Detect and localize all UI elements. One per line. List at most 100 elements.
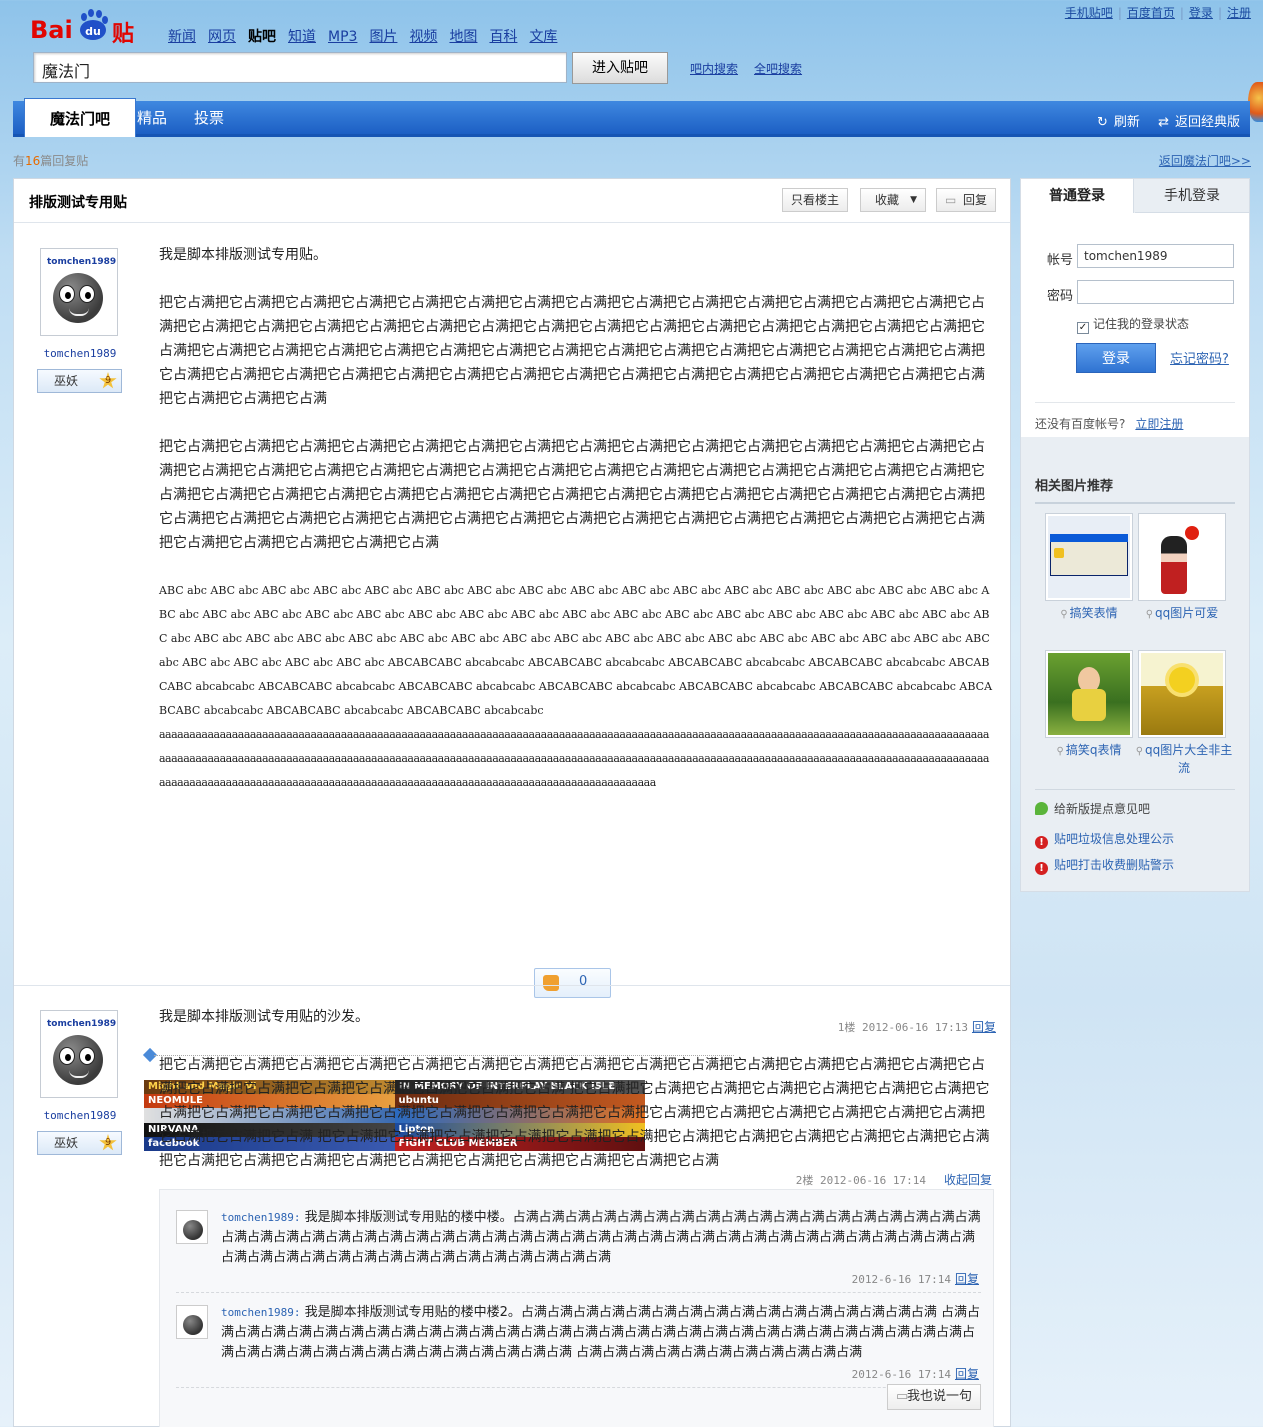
notice-link[interactable]: ! 贴吧垃圾信息处理公示	[1035, 830, 1174, 849]
notice-link[interactable]: ! 贴吧打击收费删贴警示	[1035, 856, 1174, 875]
avatar[interactable]	[176, 1305, 208, 1339]
only-owner-button[interactable]: 只看楼主	[782, 188, 848, 212]
sub-reply-meta: 2012-6-16 17:14 回复	[851, 1367, 979, 1381]
alert-icon: !	[1035, 836, 1048, 849]
nav-map[interactable]: 地图	[449, 29, 477, 45]
sub-reply-text: 我是脚本排版测试专用贴的楼中楼2。占满占满占满占满占满占满占满占满占满占满占满占…	[221, 1305, 981, 1360]
enter-tieba-button[interactable]: 进入贴吧	[572, 52, 668, 84]
search-in-bar-link[interactable]: 吧内搜索	[690, 62, 738, 76]
forgot-password-link[interactable]: 忘记密码?	[1170, 348, 1229, 367]
back-to-forum-link[interactable]: 返回魔法门吧>>	[1159, 152, 1251, 169]
nav-mp3[interactable]: MP3	[328, 29, 357, 45]
level-star-icon: 9	[99, 372, 117, 389]
login-button[interactable]: 登录	[1076, 343, 1156, 373]
search-all-bars-link[interactable]: 全吧搜索	[754, 62, 802, 76]
recommend-caption[interactable]: ⚲ qq图片大全非主流	[1132, 742, 1236, 777]
checkbox-checked-icon: ✓	[1077, 322, 1089, 334]
product-nav: 新闻 网页 贴吧 知道 MP3 图片 视频 地图 百科 文库	[168, 26, 569, 46]
chevron-down-icon: ▼	[910, 195, 917, 205]
nav-news[interactable]: 新闻	[168, 29, 196, 45]
recommend-caption[interactable]: ⚲ qq图片可爱	[1132, 605, 1232, 623]
sub-replies: tomchen1989: 我是脚本排版测试专用贴的楼中楼。占满占满占满占满占满占…	[159, 1189, 994, 1427]
mobile-tieba-link[interactable]: 手机贴吧	[1065, 6, 1113, 20]
post-paragraph: 把它占满把它占满把它占满把它占满把它占满把它占满把它占满把它占满把它占满把它占满…	[159, 295, 985, 407]
sub-reply-username[interactable]: tomchen1989:	[221, 1211, 300, 1224]
reply-count: 有16篇回复贴	[13, 154, 89, 168]
avatar-name: tomchen1989	[47, 257, 117, 267]
recommend-image[interactable]	[1045, 513, 1133, 601]
sub-reply-username[interactable]: tomchen1989:	[221, 1306, 300, 1319]
nav-video[interactable]: 视频	[409, 29, 437, 45]
post-divider	[14, 985, 1010, 986]
side-panel: 普通登录 手机登录 帐号 tomchen1989 密码 ✓ 记住我的登录状态 登录…	[1020, 178, 1250, 892]
nav-zhidao[interactable]: 知道	[288, 29, 316, 45]
login-form: 帐号 tomchen1989 密码 ✓ 记住我的登录状态 登录 忘记密码? 还没有…	[1021, 213, 1249, 437]
magnifier-icon: ⚲	[1056, 746, 1064, 757]
alert-icon: !	[1035, 862, 1048, 875]
like-count: 0	[579, 974, 588, 989]
search-input[interactable]: 魔法门	[33, 52, 567, 83]
classic-version-link[interactable]: 返回经典版	[1175, 115, 1240, 130]
speech-bubble-icon: ▭	[945, 193, 957, 207]
avatar[interactable]: tomchen1989	[40, 1010, 118, 1098]
baidu-home-link[interactable]: 百度首页	[1127, 6, 1175, 20]
switch-icon: ⇄	[1158, 115, 1169, 130]
post-line: 我是脚本排版测试专用贴的沙发。	[159, 1009, 369, 1025]
tab-mobile-login[interactable]: 手机登录	[1135, 179, 1249, 213]
sub-reply-meta: 2012-6-16 17:14 回复	[851, 1272, 979, 1286]
like-button[interactable]: 0	[534, 968, 611, 998]
forum-tab-bar: 魔法门吧 精品 投票 ↻ 刷新 ⇄ 返回经典版	[13, 98, 1250, 137]
nav-web[interactable]: 网页	[208, 29, 236, 45]
svg-text:du: du	[85, 25, 101, 38]
post-username[interactable]: tomchen1989	[40, 347, 120, 360]
login-link[interactable]: 登录	[1189, 6, 1213, 20]
feedback-link[interactable]: 给新版提点意见吧	[1035, 800, 1150, 817]
login-tabs: 普通登录 手机登录	[1021, 179, 1249, 213]
register-now-link[interactable]: 立即注册	[1135, 417, 1183, 431]
nav-wenku[interactable]: 文库	[529, 29, 557, 45]
nav-tieba-current: 贴吧	[248, 29, 276, 45]
post-meta: 2楼 2012-06-16 17:14 收起回复	[795, 1173, 992, 1187]
tab-forum-home[interactable]: 魔法门吧	[24, 98, 136, 137]
say-something-button[interactable]: ▭ 我也说一句	[887, 1384, 981, 1410]
search-scope-links: 吧内搜索 全吧搜索	[690, 60, 818, 77]
account-field[interactable]: tomchen1989	[1077, 244, 1234, 268]
refresh-link[interactable]: 刷新	[1114, 115, 1140, 130]
favorite-button[interactable]: 收藏 ▼	[860, 188, 926, 212]
avatar[interactable]	[176, 1210, 208, 1244]
recommend-caption[interactable]: ⚲ 搞笑q表情	[1039, 742, 1139, 760]
baidu-paw-icon: du	[80, 9, 108, 40]
post-line: 我是脚本排版测试专用贴。	[159, 247, 327, 263]
post-paragraph: 把它占满把它占满把它占满把它占满把它占满把它占满把它占满把它占满把它占满把它占满…	[159, 439, 985, 551]
top-links: 手机贴吧 | 百度首页 | 登录 | 注册	[1064, 6, 1251, 20]
recommend-image[interactable]	[1138, 650, 1226, 738]
recommend-caption[interactable]: ⚲ 搞笑表情	[1039, 605, 1139, 623]
magnifier-icon: ⚲	[1145, 609, 1154, 620]
post-content: 我是脚本排版测试专用贴。 把它占满把它占满把它占满把它占满把它占满把它占满把它占…	[159, 243, 994, 795]
remember-login-checkbox[interactable]: ✓ 记住我的登录状态	[1077, 315, 1189, 334]
post-mono-text: aaaaaaaaaaaaaaaaaaaaaaaaaaaaaaaaaaaaaaaa…	[159, 728, 989, 789]
baidu-tieba-logo[interactable]: Bai du 贴吧	[30, 8, 152, 79]
rank-badge: 巫妖 9	[37, 1131, 122, 1155]
post-username[interactable]: tomchen1989	[40, 1109, 120, 1122]
recommend-image[interactable]	[1138, 513, 1226, 601]
side-divider	[1035, 789, 1235, 790]
thread-title-bar: 排版测试专用贴 只看楼主 收藏 ▼ ▭ 回复	[14, 179, 1010, 223]
tab-vote[interactable]: 投票	[194, 98, 224, 137]
tab-normal-login[interactable]: 普通登录	[1021, 179, 1134, 213]
thumbs-up-icon	[543, 975, 559, 991]
sub-reply-link[interactable]: 回复	[955, 1272, 979, 1286]
sub-reply-link[interactable]: 回复	[955, 1367, 979, 1381]
tab-jingpin[interactable]: 精品	[137, 98, 167, 137]
balloon-decoration	[1248, 82, 1263, 122]
nav-images[interactable]: 图片	[369, 29, 397, 45]
password-field[interactable]	[1077, 280, 1234, 304]
register-link[interactable]: 注册	[1227, 6, 1251, 20]
recommend-image[interactable]	[1045, 650, 1133, 738]
reply-button[interactable]: ▭ 回复	[936, 188, 996, 212]
magnifier-icon: ⚲	[1135, 746, 1144, 757]
nav-baike[interactable]: 百科	[489, 29, 517, 45]
avatar[interactable]: tomchen1989	[40, 248, 118, 336]
magnifier-icon: ⚲	[1060, 609, 1068, 620]
collapse-replies-link[interactable]: 收起回复	[944, 1173, 992, 1187]
